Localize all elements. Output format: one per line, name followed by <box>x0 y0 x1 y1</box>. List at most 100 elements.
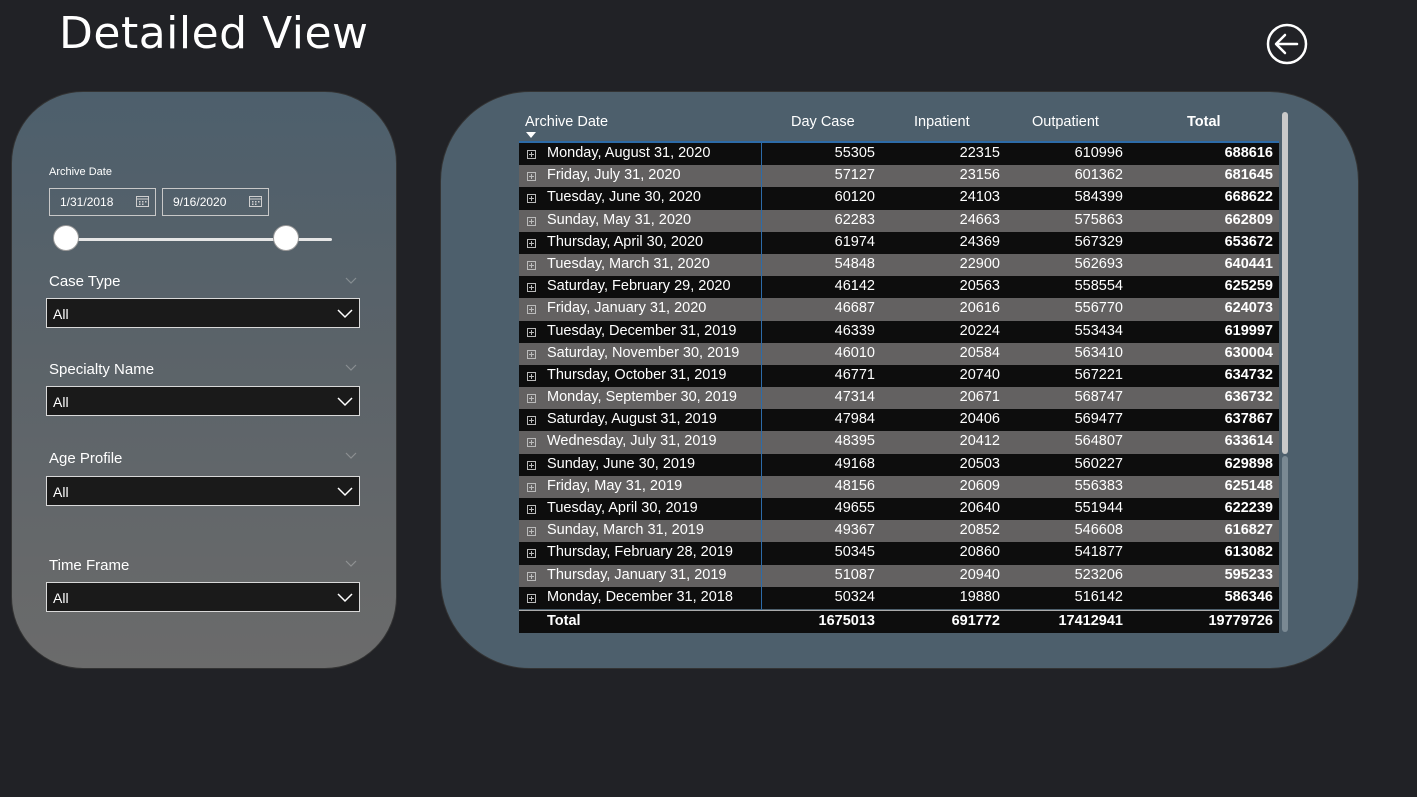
cell-outpatient: 523206 <box>1074 566 1123 583</box>
table-row[interactable]: Tuesday, June 30, 2020 60120 24103 584399 66… <box>519 187 1279 210</box>
table-row[interactable]: Sunday, March 31, 2019 49367 20852 546608 61… <box>519 520 1279 543</box>
table-row[interactable]: Thursday, October 31, 2019 46771 20740 5672… <box>519 364 1279 388</box>
table-row[interactable]: Saturday, August 31, 2019 47984 20406 56947… <box>519 409 1279 432</box>
table-total-row: Total 1675013 691772 17412941 19779726 <box>519 610 1279 633</box>
expand-plus-icon[interactable] <box>527 505 536 514</box>
column-header-day-case[interactable]: Day Case <box>791 114 855 130</box>
case-type-dropdown[interactable]: All <box>46 298 360 328</box>
cell-day-case: 54848 <box>834 255 875 272</box>
cell-total: 637867 <box>1224 411 1273 428</box>
cell-archive-date: Monday, September 30, 2019 <box>547 389 737 406</box>
expand-plus-icon[interactable] <box>527 482 536 492</box>
date-range-start-handle[interactable] <box>53 225 79 251</box>
expand-plus-icon[interactable] <box>527 349 536 359</box>
expand-plus-icon[interactable] <box>527 371 536 381</box>
table-row[interactable]: Saturday, February 29, 2020 46142 20563 558… <box>519 276 1279 299</box>
expand-plus-icon[interactable] <box>527 394 536 404</box>
time-frame-dropdown[interactable]: All <box>46 582 360 612</box>
expand-plus-icon[interactable] <box>527 460 536 470</box>
start-date-input[interactable]: 1/31/2018 <box>49 188 156 216</box>
expand-plus-icon[interactable] <box>527 216 536 226</box>
cell-inpatient: 24369 <box>959 233 1000 250</box>
expand-plus-icon[interactable] <box>527 172 536 182</box>
table-scrollbar-track[interactable] <box>1282 456 1288 632</box>
table-row[interactable]: Sunday, May 31, 2020 62283 24663 575863 6628… <box>519 209 1279 232</box>
expand-plus-icon[interactable] <box>527 593 536 603</box>
case-type-value: All <box>53 306 69 322</box>
cell-day-case: 46339 <box>834 322 875 339</box>
expand-plus-icon[interactable] <box>527 238 536 248</box>
calendar-icon[interactable] <box>136 195 149 207</box>
cell-outpatient: 560227 <box>1074 455 1123 472</box>
start-date-value: 1/31/2018 <box>60 195 114 209</box>
expand-plus-icon[interactable] <box>527 527 536 537</box>
expand-plus-icon[interactable] <box>527 194 536 204</box>
back-button[interactable] <box>1265 22 1309 66</box>
chevron-down-icon <box>337 593 353 603</box>
table-row[interactable]: Thursday, February 28, 2019 50345 20860 541… <box>519 542 1279 565</box>
table-row[interactable]: Sunday, June 30, 2019 49168 20503 560227 629… <box>519 453 1279 476</box>
cell-total: 629898 <box>1224 455 1273 472</box>
cell-outpatient: 610996 <box>1074 145 1123 161</box>
cell-archive-date: Tuesday, December 31, 2019 <box>547 322 737 339</box>
cell-inpatient: 20940 <box>959 566 1000 583</box>
arrow-left-circle-icon <box>1266 23 1308 65</box>
total-label: Total <box>547 613 581 629</box>
table-row[interactable]: Wednesday, July 31, 2019 48395 20412 564807… <box>519 431 1279 454</box>
table-row[interactable]: Friday, January 31, 2020 46687 20616 556770… <box>519 298 1279 321</box>
sort-descending-icon[interactable] <box>526 132 536 138</box>
chevron-down-icon <box>337 487 353 497</box>
expand-plus-icon[interactable] <box>527 549 536 559</box>
table-body: Monday, August 31, 2020 55305 22315 610996 6… <box>519 143 1279 609</box>
cell-archive-date: Friday, July 31, 2020 <box>547 167 681 184</box>
expand-plus-icon[interactable] <box>527 150 536 159</box>
expand-plus-icon[interactable] <box>527 327 536 337</box>
expand-plus-icon[interactable] <box>527 571 536 581</box>
date-range-end-handle[interactable] <box>273 225 299 251</box>
table-row[interactable]: Thursday, January 31, 2019 51087 20940 5232… <box>519 564 1279 587</box>
column-header-archive-date[interactable]: Archive Date <box>525 114 608 130</box>
cell-inpatient: 20563 <box>959 278 1000 295</box>
end-date-input[interactable]: 9/16/2020 <box>162 188 269 216</box>
cell-archive-date: Thursday, April 30, 2020 <box>547 233 704 250</box>
table-row[interactable]: Tuesday, April 30, 2019 49655 20640 551944 6… <box>519 498 1279 521</box>
table-scrollbar-thumb[interactable] <box>1282 112 1288 454</box>
expand-plus-icon[interactable] <box>527 260 536 270</box>
specialty-name-dropdown[interactable]: All <box>46 386 360 416</box>
cell-inpatient: 22315 <box>959 145 1000 161</box>
cell-outpatient: 584399 <box>1074 189 1123 206</box>
table-row[interactable]: Thursday, April 30, 2020 61974 24369 567329… <box>519 231 1279 254</box>
cell-total: 653672 <box>1224 233 1273 250</box>
expand-plus-icon[interactable] <box>527 305 536 315</box>
table-row[interactable]: Monday, December 31, 2018 50324 19880 51614… <box>519 586 1279 609</box>
cell-outpatient: 601362 <box>1074 167 1123 184</box>
cell-inpatient: 24103 <box>959 189 1000 206</box>
table-row[interactable]: Friday, July 31, 2020 57127 23156 601362 681… <box>519 165 1279 188</box>
total-outpatient: 17412941 <box>1058 613 1123 629</box>
table-row[interactable]: Saturday, November 30, 2019 46010 20584 563… <box>519 342 1279 365</box>
cell-outpatient: 562693 <box>1074 255 1123 272</box>
column-header-inpatient[interactable]: Inpatient <box>914 114 970 130</box>
table-row[interactable]: Tuesday, March 31, 2020 54848 22900 562693 6… <box>519 253 1279 277</box>
expand-plus-icon[interactable] <box>527 283 536 293</box>
calendar-icon[interactable] <box>249 195 262 207</box>
expand-plus-icon[interactable] <box>527 438 536 448</box>
expand-plus-icon[interactable] <box>527 416 536 426</box>
column-header-total[interactable]: Total <box>1187 114 1221 130</box>
cell-day-case: 46771 <box>834 366 875 383</box>
cell-day-case: 46687 <box>834 300 875 317</box>
cell-outpatient: 546608 <box>1074 522 1123 539</box>
table-row[interactable]: Monday, September 30, 2019 47314 20671 5687… <box>519 387 1279 410</box>
case-type-label: Case Type <box>49 273 121 290</box>
cell-inpatient: 20412 <box>959 433 1000 450</box>
cell-total: 688616 <box>1224 145 1273 161</box>
age-profile-dropdown[interactable]: All <box>46 476 360 506</box>
table-row[interactable]: Friday, May 31, 2019 48156 20609 556383 6251… <box>519 475 1279 498</box>
table-row[interactable]: Tuesday, December 31, 2019 46339 20224 5534… <box>519 320 1279 343</box>
table-row[interactable]: Monday, August 31, 2020 55305 22315 610996 6… <box>519 143 1279 166</box>
column-header-outpatient[interactable]: Outpatient <box>1032 114 1099 130</box>
cell-day-case: 48156 <box>834 477 875 494</box>
cell-archive-date: Thursday, January 31, 2019 <box>547 566 727 583</box>
table-header: Archive Date Day Case Inpatient Outpatie… <box>519 112 1279 142</box>
cell-total: 613082 <box>1224 544 1273 561</box>
